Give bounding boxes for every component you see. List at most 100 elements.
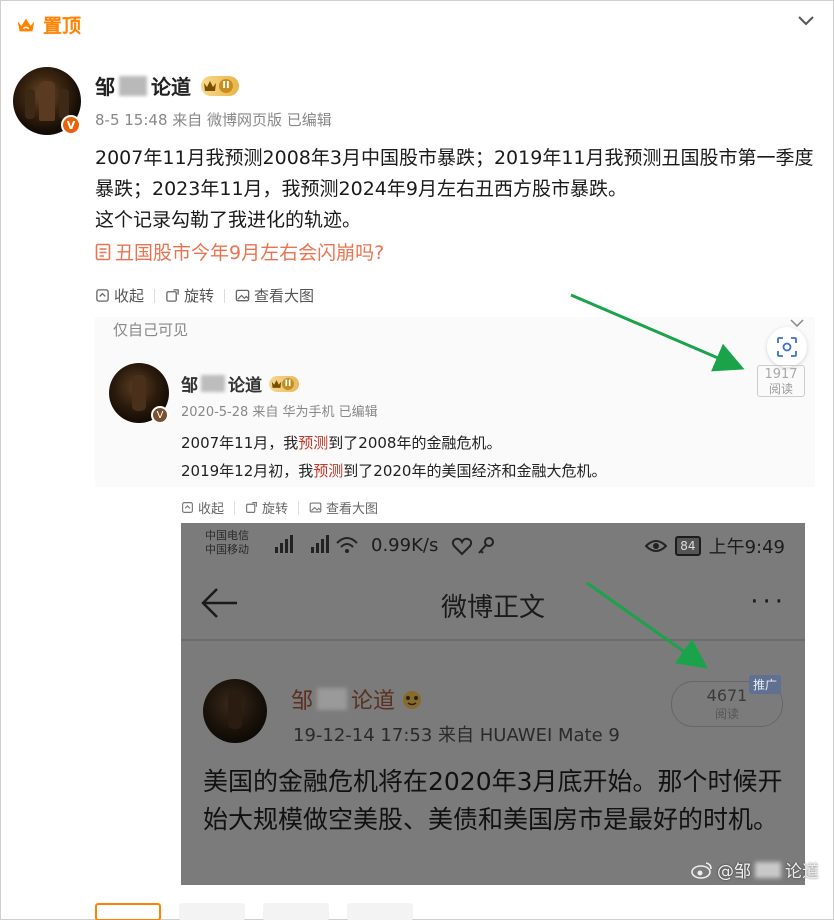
promo-badge: 推广 <box>749 675 782 694</box>
divider <box>298 500 300 515</box>
view-large-button[interactable]: 查看大图 <box>235 285 314 306</box>
scan-icon <box>777 337 797 357</box>
avatar <box>203 679 267 743</box>
carrier-labels: 中国电信 中国移动 <box>205 529 249 557</box>
emoji-icon <box>403 691 422 709</box>
phone-page-title: 微博正文 <box>440 593 545 623</box>
embedded-line-2: 2019年12月初，我预测到了2020年的美国经济和金融大危机。 <box>181 457 606 485</box>
watermark-prefix: @邹 <box>717 862 751 882</box>
collapse-button[interactable]: 收起 <box>181 498 224 517</box>
view-large-label: 查看大图 <box>326 502 379 517</box>
topic-link[interactable]: 丑国股市今年9月左右会闪崩吗? <box>95 238 384 265</box>
author-name-prefix: 邹 <box>95 75 115 99</box>
collapse-button[interactable]: 收起 <box>95 285 144 306</box>
embedded-line-1: 2007年11月，我预测到了2008年的金融危机。 <box>181 429 606 457</box>
author-name: 邹 论道 <box>291 683 425 715</box>
author-name[interactable]: 邹 论道 II <box>95 71 239 100</box>
redacted-blur <box>119 75 147 96</box>
embedded-post-text: 2007年11月，我预测到了2008年的金融危机。 2019年12月初，我预测到… <box>181 429 606 485</box>
weibo-logo-icon <box>691 861 712 879</box>
topic-doc-icon <box>95 243 111 260</box>
thumbnail[interactable] <box>95 903 161 920</box>
status-bar: 中国电信 中国移动 0.99K/s 84 上午9:49 <box>181 523 805 569</box>
read-count-box: 1917 阅读 <box>757 365 805 397</box>
weibo-post-card: 置顶 V 邹 论道 II 8-5 15:48 来自 微博网页版 已编辑 2007… <box>0 0 834 920</box>
chevron-down-icon[interactable] <box>797 15 815 27</box>
post-meta: 8-5 15:48 来自 微博网页版 已编辑 <box>95 111 332 129</box>
author-name-suffix: 论道 <box>151 75 191 99</box>
vip-crown-icon <box>271 379 282 388</box>
topic-label: 丑国股市今年9月左右会闪崩吗? <box>115 242 385 264</box>
line2-post: 到了2020年的美国经济和金融大危机。 <box>343 462 607 480</box>
phone-nav-bar: 微博正文 ··· <box>181 569 805 641</box>
author-name: 邹 论道 II <box>181 371 299 396</box>
read-label: 阅读 <box>768 382 793 396</box>
read-count: 1917 <box>764 367 798 382</box>
more-icon: ··· <box>750 587 787 617</box>
clock: 上午9:49 <box>708 537 785 558</box>
status-right: 84 上午9:49 <box>645 533 785 559</box>
visibility-label: 仅自己可见 <box>113 321 189 339</box>
view-large-button[interactable]: 查看大图 <box>309 498 378 517</box>
line2-pre: 2019年12月初，我 <box>181 462 314 480</box>
vip-crown-icon <box>204 80 216 91</box>
battery-icon: 84 <box>675 536 701 556</box>
post-meta: 19-12-14 17:53 来自 HUAWEI Mate 9 <box>293 725 620 746</box>
author-name-suffix: 论道 <box>351 689 396 714</box>
redacted-blur <box>317 688 348 710</box>
line1-pre: 2007年11月，我 <box>181 434 299 452</box>
rotate-button[interactable]: 旋转 <box>165 285 214 306</box>
author-name-prefix: 邹 <box>291 689 314 714</box>
author-name-suffix: 论道 <box>228 376 262 396</box>
weibo-watermark: @邹 论道 <box>691 857 819 882</box>
rotate-icon <box>166 289 179 302</box>
divider <box>234 500 236 515</box>
post-meta: 2020-5-28 来自 华为手机 已编辑 <box>181 405 378 420</box>
verified-badge-icon: V <box>61 115 81 135</box>
line2-highlight: 预测 <box>313 462 344 480</box>
image-toolbar: 收起 旋转 查看大图 <box>181 498 378 517</box>
vip-level: II <box>282 377 294 390</box>
signal-icon <box>267 533 363 558</box>
redacted-blur <box>755 861 781 878</box>
read-label: 阅读 <box>714 707 739 721</box>
phone-screenshot: 中国电信 中国移动 0.99K/s 84 上午9:49 微博正文 ··· 邹 论… <box>181 523 805 885</box>
vip-level: II <box>219 78 233 93</box>
rotate-button[interactable]: 旋转 <box>245 498 288 517</box>
line1-post: 到了2008年的金融危机。 <box>328 434 502 452</box>
image-toolbar: 收起 旋转 查看大图 <box>95 285 314 306</box>
collapse-icon <box>96 289 109 302</box>
thumbnail[interactable] <box>263 903 329 920</box>
pinned-header: 置顶 <box>15 11 81 38</box>
image-thumbnail-strip <box>95 903 413 920</box>
thumbnail[interactable] <box>347 903 413 920</box>
crown-icon <box>17 18 35 31</box>
pinned-label: 置顶 <box>43 15 82 37</box>
heart-key-icons <box>451 535 497 562</box>
thumbnail[interactable] <box>179 903 245 920</box>
watermark-suffix: 论道 <box>785 862 819 882</box>
network-speed: 0.99K/s <box>371 535 439 556</box>
post-text: 2007年11月我预测2008年3月中国股市暴跌；2019年11月我预测丑国股市… <box>95 147 814 231</box>
carrier-2: 中国移动 <box>205 543 249 556</box>
divider <box>224 288 226 303</box>
collapse-label: 收起 <box>114 287 145 305</box>
vip-badge: II <box>269 375 299 392</box>
verified-badge-icon: V <box>151 406 169 424</box>
collapse-icon <box>182 502 193 513</box>
rotate-icon <box>246 502 257 513</box>
phone-post-text: 美国的金融危机将在2020年3月底开始。那个时候开始大规模做空美股、美债和美国房… <box>203 767 783 834</box>
image-icon <box>235 289 250 302</box>
redacted-blur <box>201 375 225 392</box>
scan-button[interactable] <box>767 327 807 367</box>
line1-highlight: 预测 <box>298 434 329 452</box>
carrier-1: 中国电信 <box>205 529 249 542</box>
rotate-label: 旋转 <box>184 287 215 305</box>
view-large-label: 查看大图 <box>254 287 315 305</box>
rotate-label: 旋转 <box>262 502 289 517</box>
image-icon <box>309 502 322 513</box>
divider <box>154 288 156 303</box>
collapse-label: 收起 <box>198 502 225 517</box>
eye-icon <box>645 540 668 552</box>
chevron-down-icon <box>790 319 804 327</box>
